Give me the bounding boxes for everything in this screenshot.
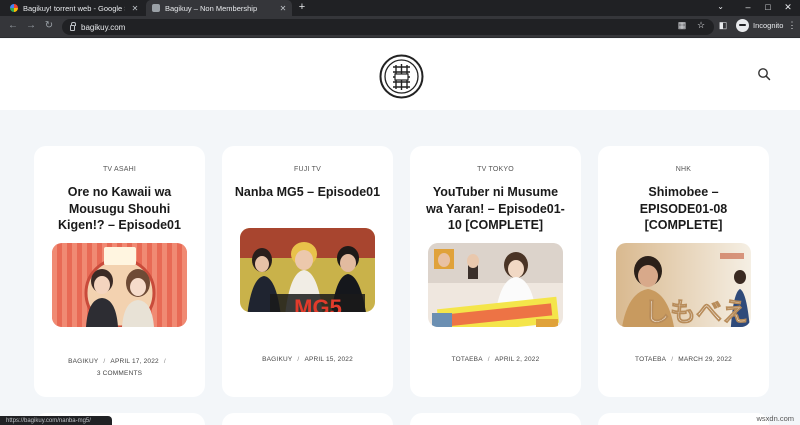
svg-text:しもべえ: しもべえ [644, 297, 748, 327]
post-thumbnail[interactable]: MG5 [240, 228, 375, 312]
svg-text:MG5: MG5 [294, 295, 342, 312]
post-meta: TOTAEBA / MARCH 29, 2022 [635, 356, 732, 363]
browser-tab-bar: Bagikuy! torrent web - Google Se ✕ Bagik… [0, 0, 800, 16]
post-category[interactable]: TV TOKYO [410, 166, 581, 173]
close-icon[interactable]: ✕ [278, 4, 288, 13]
post-category[interactable]: FUJI TV [222, 166, 393, 173]
post-title[interactable]: Shimobee – EPISODE01-08 [COMPLETE] [612, 184, 755, 234]
tab-search-chevron-icon[interactable]: ⌄ [717, 2, 724, 11]
post-title[interactable]: Nanba MG5 – Episode01 [232, 184, 383, 201]
post-author[interactable]: BAGIKUY [262, 356, 292, 363]
post-card[interactable] [410, 413, 581, 425]
post-date[interactable]: APRIL 15, 2022 [304, 356, 352, 363]
post-card[interactable] [222, 413, 393, 425]
watermark-text: wsxdn.com [756, 414, 794, 423]
post-meta: BAGIKUY / APRIL 15, 2022 [262, 356, 353, 363]
post-card[interactable]: TV TOKYO YouTuber ni Musume wa Yaran! – … [410, 146, 581, 397]
post-meta: TOTAEBA / APRIL 2, 2022 [451, 356, 540, 363]
qr-code-icon[interactable]: ▦ [676, 20, 688, 31]
maximize-icon[interactable]: □ [762, 2, 774, 12]
post-thumbnail[interactable]: しもべえ [616, 243, 751, 327]
tab-google-search[interactable]: Bagikuy! torrent web - Google Se ✕ [4, 0, 144, 16]
minimize-icon[interactable]: – [742, 2, 754, 12]
side-panel-icon[interactable]: ◧ [717, 20, 729, 31]
browser-toolbar: ← → ↻ bagikuy.com ▦ ☆ ◧ Incognito ⋮ [0, 16, 800, 38]
post-comments-link[interactable]: 3 COMMENTS [34, 368, 205, 380]
close-window-icon[interactable]: ✕ [782, 2, 794, 13]
post-thumbnail[interactable] [428, 243, 563, 327]
address-bar[interactable]: bagikuy.com [62, 19, 714, 35]
post-date[interactable]: MARCH 29, 2022 [678, 356, 732, 363]
tab-bagikuy[interactable]: Bagikuy – Non Membership ✕ [146, 0, 292, 16]
post-card[interactable]: NHK Shimobee – EPISODE01-08 [COMPLETE] し… [598, 146, 769, 397]
kebab-menu-icon[interactable]: ⋮ [786, 20, 798, 31]
incognito-icon [736, 19, 749, 32]
incognito-label: Incognito [753, 21, 784, 30]
google-favicon-icon [10, 4, 18, 12]
bookmark-star-icon[interactable]: ☆ [695, 20, 707, 31]
tab-title: Bagikuy! torrent web - Google Se [23, 3, 125, 13]
post-author[interactable]: BAGIKUY [68, 358, 98, 365]
site-logo-icon[interactable] [379, 54, 424, 99]
lock-icon[interactable] [70, 22, 76, 31]
post-title[interactable]: YouTuber ni Musume wa Yaran! – Episode01… [426, 184, 565, 234]
search-icon[interactable] [757, 67, 771, 81]
post-card[interactable]: FUJI TV Nanba MG5 – Episode01 MG5 BAGIKU… [222, 146, 393, 397]
back-arrow-icon[interactable]: ← [6, 20, 20, 31]
site-header [0, 39, 800, 110]
post-thumbnail[interactable] [52, 243, 187, 327]
page-favicon-icon [152, 4, 160, 12]
post-meta: BAGIKUY / APRIL 17, 2022/ 3 COMMENTS [34, 356, 205, 380]
incognito-indicator[interactable]: Incognito [736, 19, 783, 32]
post-card[interactable]: TV ASAHI Ore no Kawaii wa Mousugu Shouhi… [34, 146, 205, 397]
post-title[interactable]: Ore no Kawaii wa Mousugu Shouhi Kigen!? … [44, 184, 195, 234]
url-text[interactable]: bagikuy.com [81, 23, 125, 32]
reload-icon[interactable]: ↻ [42, 20, 56, 31]
close-icon[interactable]: ✕ [130, 4, 140, 13]
post-category[interactable]: NHK [598, 166, 769, 173]
post-card[interactable] [598, 413, 769, 425]
forward-arrow-icon[interactable]: → [24, 20, 38, 31]
post-date[interactable]: APRIL 2, 2022 [495, 356, 540, 363]
post-author[interactable]: TOTAEBA [635, 356, 666, 363]
new-tab-button[interactable]: + [296, 1, 308, 13]
post-author[interactable]: TOTAEBA [452, 356, 483, 363]
tab-title: Bagikuy – Non Membership [165, 3, 258, 13]
post-category[interactable]: TV ASAHI [34, 166, 205, 173]
post-date[interactable]: APRIL 17, 2022 [110, 358, 158, 365]
link-status-bar: https://bagikuy.com/nanba-mg5/ [0, 416, 112, 425]
